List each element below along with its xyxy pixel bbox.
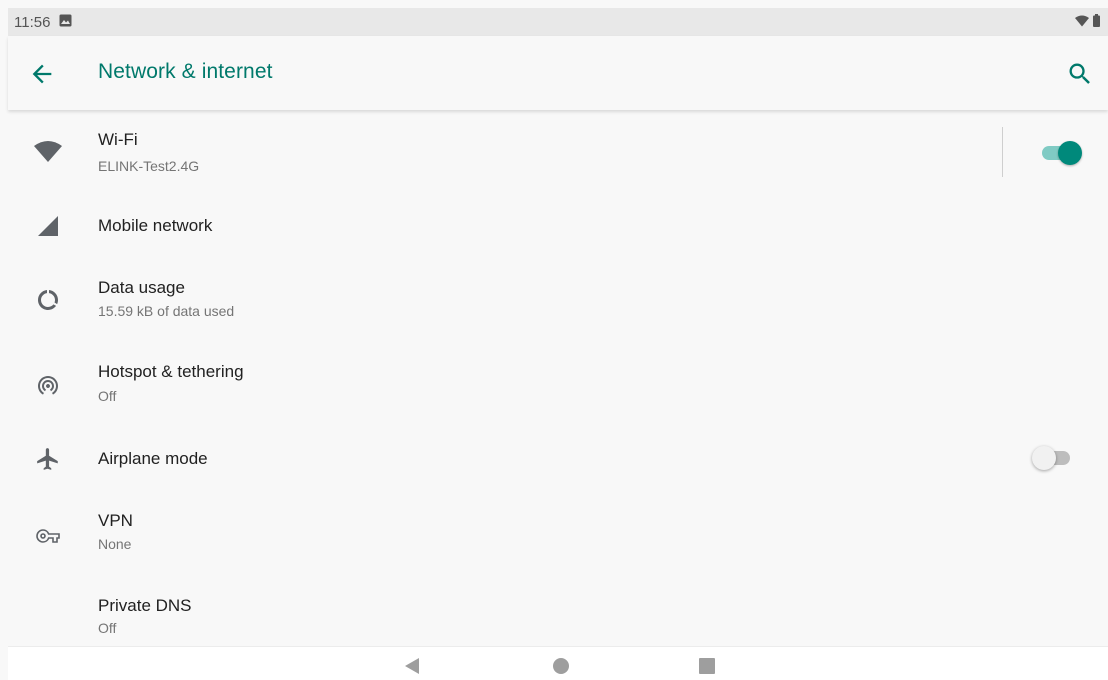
navigation-bar (8, 646, 1108, 680)
data-usage-label: Data usage (98, 278, 185, 297)
airplane-mode-label: Airplane mode (98, 449, 208, 468)
battery-icon (1093, 13, 1100, 31)
wifi-icon (34, 138, 62, 166)
wifi-setting-row[interactable]: Wi-Fi ELINK-Test2.4G (8, 110, 1108, 194)
vpn-summary: None (98, 536, 132, 552)
recents-nav-icon[interactable] (696, 655, 718, 677)
app-bar: Network & internet (8, 36, 1108, 110)
hotspot-label: Hotspot & tethering (98, 362, 244, 381)
settings-list: Wi-Fi ELINK-Test2.4G Mobile network Data… (8, 110, 1108, 646)
back-nav-icon[interactable] (401, 655, 423, 677)
data-usage-row[interactable]: Data usage 15.59 kB of data used (8, 258, 1108, 342)
settings-screen: 11:56 Network & internet Wi-Fi ELINK-Tes… (0, 0, 1108, 680)
gallery-notification-icon (59, 14, 72, 31)
airplane-mode-toggle[interactable] (1032, 444, 1076, 470)
page-title: Network & internet (98, 60, 273, 83)
private-dns-summary: Off (98, 620, 117, 636)
vpn-row[interactable]: VPN None (8, 492, 1108, 578)
hotspot-summary: Off (98, 388, 117, 404)
mobile-network-row[interactable]: Mobile network (8, 194, 1108, 258)
airplane-mode-row[interactable]: Airplane mode (8, 428, 1108, 492)
airplane-icon (34, 445, 62, 473)
wifi-summary: ELINK-Test2.4G (98, 158, 200, 174)
status-bar: 11:56 (8, 8, 1108, 36)
signal-icon (34, 212, 62, 240)
wifi-toggle[interactable] (1038, 139, 1082, 165)
vpn-key-icon (34, 522, 62, 550)
data-usage-summary: 15.59 kB of data used (98, 303, 235, 319)
arrow-back-icon[interactable] (28, 60, 56, 88)
status-time: 11:56 (14, 13, 51, 31)
wifi-status-icon (1075, 14, 1089, 31)
private-dns-label: Private DNS (98, 596, 192, 615)
private-dns-row[interactable]: Private DNS Off (8, 578, 1108, 646)
vpn-label: VPN (98, 511, 133, 530)
mobile-network-label: Mobile network (98, 216, 213, 235)
data-usage-icon (34, 286, 62, 314)
wifi-divider (1002, 127, 1003, 177)
hotspot-row[interactable]: Hotspot & tethering Off (8, 342, 1108, 428)
home-nav-icon[interactable] (550, 655, 572, 677)
search-icon[interactable] (1066, 60, 1094, 88)
wifi-label: Wi-Fi (98, 130, 138, 149)
hotspot-icon (34, 371, 62, 399)
